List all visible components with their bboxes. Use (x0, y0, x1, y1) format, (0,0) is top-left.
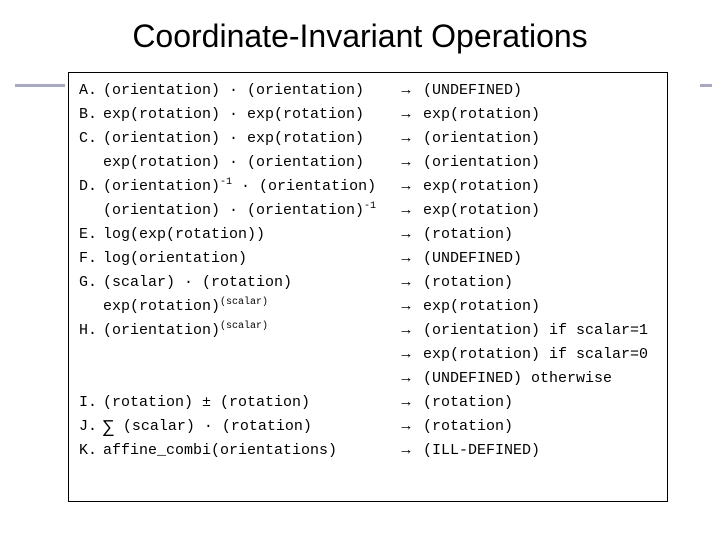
rule-row: exp(rotation) · (orientation)→(orientati… (79, 151, 657, 175)
arrow-icon: → (389, 175, 423, 199)
arrow-icon: → (389, 223, 423, 247)
rule-rhs: (orientation) if scalar=1 (423, 319, 648, 343)
rule-rhs: (UNDEFINED) otherwise (423, 367, 612, 391)
rule-row: H.(orientation)(scalar)→(orientation) if… (79, 319, 657, 343)
rule-lhs: exp(rotation) · (orientation) (103, 151, 389, 175)
rule-lhs: (scalar) · (rotation) (103, 271, 389, 295)
arrow-icon: → (389, 439, 423, 463)
slide: Coordinate-Invariant Operations A.(orien… (0, 0, 720, 540)
rule-rhs: (orientation) (423, 151, 540, 175)
rule-rhs: (UNDEFINED) (423, 247, 522, 271)
rule-rhs: (UNDEFINED) (423, 79, 522, 103)
rule-label: E. (79, 223, 103, 247)
rule-lhs: log(exp(rotation)) (103, 223, 389, 247)
rule-label: D. (79, 175, 103, 199)
rule-label: I. (79, 391, 103, 415)
rule-row: E.log(exp(rotation))→(rotation) (79, 223, 657, 247)
rule-row: A.(orientation) · (orientation)→(UNDEFIN… (79, 79, 657, 103)
rule-row: B.exp(rotation) · exp(rotation)→exp(rota… (79, 103, 657, 127)
arrow-icon: → (389, 247, 423, 271)
arrow-icon: → (389, 415, 423, 439)
rule-lhs: (orientation) · (orientation) (103, 79, 389, 103)
arrow-icon: → (389, 127, 423, 151)
rule-lhs: affine_combi(orientations) (103, 439, 389, 463)
rule-row: I.(rotation) ± (rotation)→(rotation) (79, 391, 657, 415)
rule-row: C.(orientation) · exp(rotation)→(orienta… (79, 127, 657, 151)
rule-rhs: (ILL-DEFINED) (423, 439, 540, 463)
rule-lhs: exp(rotation) · exp(rotation) (103, 103, 389, 127)
rule-lhs: (orientation) · exp(rotation) (103, 127, 389, 151)
rule-row: J.∑ (scalar) · (rotation)→(rotation) (79, 415, 657, 439)
arrow-icon: → (389, 343, 423, 367)
rule-row: G.(scalar) · (rotation)→(rotation) (79, 271, 657, 295)
rule-rhs: exp(rotation) if scalar=0 (423, 343, 648, 367)
rule-row: →(UNDEFINED) otherwise (79, 367, 657, 391)
rule-rhs: (rotation) (423, 223, 513, 247)
rule-row: →exp(rotation) if scalar=0 (79, 343, 657, 367)
rule-label: G. (79, 271, 103, 295)
rule-row: F.log(orientation)→(UNDEFINED) (79, 247, 657, 271)
rule-rhs: exp(rotation) (423, 295, 540, 319)
rule-lhs: (rotation) ± (rotation) (103, 391, 389, 415)
arrow-icon: → (389, 79, 423, 103)
rule-rhs: exp(rotation) (423, 103, 540, 127)
rule-row: D.(orientation)-1 · (orientation)→exp(ro… (79, 175, 657, 199)
rule-lhs: (orientation)(scalar) (103, 319, 389, 343)
arrow-icon: → (389, 151, 423, 175)
rule-lhs: (orientation)-1 · (orientation) (103, 175, 389, 199)
rule-lhs: log(orientation) (103, 247, 389, 271)
rule-lhs: exp(rotation)(scalar) (103, 295, 389, 319)
rule-row: exp(rotation)(scalar)→exp(rotation) (79, 295, 657, 319)
rule-rhs: (orientation) (423, 127, 540, 151)
arrow-icon: → (389, 391, 423, 415)
rule-right (700, 84, 712, 87)
rule-label: K. (79, 439, 103, 463)
rule-lhs: (orientation) · (orientation)-1 (103, 199, 389, 223)
rule-left (15, 84, 65, 87)
rule-row: (orientation) · (orientation)-1→exp(rota… (79, 199, 657, 223)
rule-rhs: exp(rotation) (423, 175, 540, 199)
arrow-icon: → (389, 271, 423, 295)
rule-label: H. (79, 319, 103, 343)
arrow-icon: → (389, 199, 423, 223)
rule-label: A. (79, 79, 103, 103)
rule-rhs: (rotation) (423, 415, 513, 439)
page-title: Coordinate-Invariant Operations (0, 18, 720, 55)
rules-box: A.(orientation) · (orientation)→(UNDEFIN… (68, 72, 668, 502)
rule-label: J. (79, 415, 103, 439)
rule-label: B. (79, 103, 103, 127)
arrow-icon: → (389, 319, 423, 343)
rule-rhs: exp(rotation) (423, 199, 540, 223)
rule-label: C. (79, 127, 103, 151)
rule-lhs: ∑ (scalar) · (rotation) (103, 415, 389, 439)
arrow-icon: → (389, 367, 423, 391)
rule-rhs: (rotation) (423, 391, 513, 415)
rule-rhs: (rotation) (423, 271, 513, 295)
arrow-icon: → (389, 103, 423, 127)
rule-row: K.affine_combi(orientations)→(ILL-DEFINE… (79, 439, 657, 463)
arrow-icon: → (389, 295, 423, 319)
rule-label: F. (79, 247, 103, 271)
